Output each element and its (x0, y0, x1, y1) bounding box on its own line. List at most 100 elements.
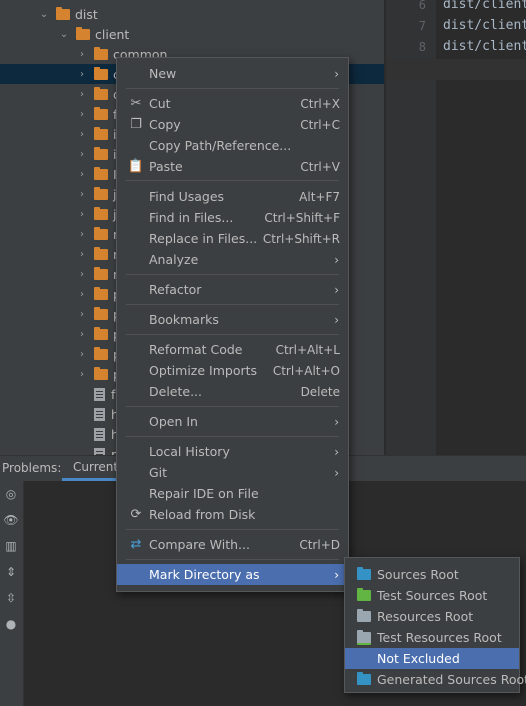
folder-icon (94, 326, 108, 340)
generated-sources-folder-icon (357, 672, 371, 685)
code-line[interactable]: dist/client (443, 39, 526, 54)
chevron-right-icon[interactable]: › (76, 89, 88, 100)
chevron-right-icon[interactable]: › (76, 189, 88, 200)
menu-item-local-history[interactable]: Local History › (117, 441, 348, 462)
chevron-right-icon[interactable]: › (76, 229, 88, 240)
chevron-right-icon: › (334, 252, 339, 267)
menu-item-copy-path[interactable]: Copy Path/Reference... (117, 135, 348, 156)
clipboard-icon: 📋 (127, 159, 145, 174)
folder-icon (94, 346, 108, 360)
folder-icon (94, 246, 108, 260)
chevron-right-icon[interactable]: › (76, 169, 88, 180)
submenu-item-not-excluded[interactable]: Not Excluded (345, 648, 519, 669)
caret-line-highlight (386, 59, 526, 80)
menu-item-find-in-files[interactable]: Find in Files... Ctrl+Shift+F (117, 207, 348, 228)
collapse-all-icon[interactable]: ⇳ (3, 590, 19, 606)
folder-icon (94, 166, 108, 180)
line-number: 8 (418, 40, 426, 54)
submenu-item-generated-sources-root[interactable]: Generated Sources Root (345, 669, 526, 690)
chevron-down-icon[interactable]: ⌄ (38, 9, 50, 20)
chevron-right-icon: › (334, 282, 339, 297)
chevron-right-icon[interactable]: › (76, 309, 88, 320)
menu-item-reformat-code[interactable]: Reformat Code Ctrl+Alt+L (117, 339, 348, 360)
menu-separator (126, 559, 339, 560)
file-icon (94, 387, 105, 401)
folder-icon (94, 106, 108, 120)
menu-item-analyze[interactable]: Analyze › (117, 249, 348, 270)
file-icon (94, 427, 105, 441)
line-number: 6 (418, 0, 426, 12)
menu-item-reload-from-disk[interactable]: ⟳ Reload from Disk (117, 504, 348, 525)
menu-item-git[interactable]: Git › (117, 462, 348, 483)
folder-icon (94, 186, 108, 200)
chevron-right-icon[interactable]: › (76, 349, 88, 360)
menu-item-replace-in-files[interactable]: Replace in Files... Ctrl+Shift+R (117, 228, 348, 249)
chevron-right-icon[interactable]: › (76, 369, 88, 380)
line-number: 7 (418, 19, 426, 33)
chevron-right-icon[interactable]: › (76, 109, 88, 120)
chevron-down-icon[interactable]: ⌄ (58, 29, 70, 40)
menu-item-refactor[interactable]: Refactor › (117, 279, 348, 300)
menu-separator (126, 436, 339, 437)
chevron-right-icon[interactable]: › (76, 209, 88, 220)
menu-separator (126, 406, 339, 407)
menu-item-delete[interactable]: Delete... Delete (117, 381, 348, 402)
chevron-right-icon: › (334, 312, 339, 327)
submenu-item-sources-root[interactable]: Sources Root (345, 564, 519, 585)
menu-separator (126, 334, 339, 335)
menu-item-compare-with[interactable]: ⇄ Compare With... Ctrl+D (117, 534, 348, 555)
chevron-right-icon[interactable]: › (76, 69, 88, 80)
chevron-right-icon: › (334, 465, 339, 480)
menu-item-open-in[interactable]: Open In › (117, 411, 348, 432)
folder-icon (94, 146, 108, 160)
code-line[interactable]: dist/client (443, 0, 526, 12)
menu-item-mark-directory-as[interactable]: Mark Directory as › (117, 564, 348, 585)
menu-item-cut[interactable]: ✂ Cut Ctrl+X (117, 93, 348, 114)
binary-file-icon (94, 407, 105, 421)
test-resources-folder-icon (357, 630, 371, 645)
menu-separator (126, 180, 339, 181)
menu-item-optimize-imports[interactable]: Optimize Imports Ctrl+Alt+O (117, 360, 348, 381)
menu-item-find-usages[interactable]: Find Usages Alt+F7 (117, 186, 348, 207)
menu-separator (126, 274, 339, 275)
mark-directory-submenu: Sources Root Test Sources Root Resources… (344, 557, 526, 693)
reload-icon: ⟳ (130, 507, 142, 522)
resources-folder-icon (357, 609, 371, 622)
file-icon (94, 447, 105, 455)
copy-icon: ❐ (130, 117, 142, 132)
menu-separator (126, 529, 339, 530)
chevron-right-icon[interactable]: › (76, 129, 88, 140)
test-sources-folder-icon (357, 588, 371, 601)
submenu-item-resources-root[interactable]: Resources Root (345, 606, 519, 627)
chevron-right-icon[interactable]: › (76, 249, 88, 260)
folder-icon (94, 46, 108, 60)
chevron-right-icon[interactable]: › (76, 269, 88, 280)
chevron-right-icon[interactable]: › (76, 149, 88, 160)
radar-icon[interactable]: ◎ (3, 486, 19, 502)
lightbulb-icon[interactable]: ● (3, 616, 19, 632)
tree-row[interactable]: ⌄ client (0, 24, 384, 44)
problems-title: Problems: (2, 461, 62, 475)
menu-item-copy[interactable]: ❐ Copy Ctrl+C (117, 114, 348, 135)
expand-all-icon[interactable]: ⇕ (3, 564, 19, 580)
code-line[interactable]: dist/client (443, 18, 526, 33)
menu-item-bookmarks[interactable]: Bookmarks › (117, 309, 348, 330)
chevron-right-icon[interactable]: › (76, 329, 88, 340)
context-menu: New › ✂ Cut Ctrl+X ❐ Copy Ctrl+C Copy Pa… (116, 57, 349, 592)
tree-row-label: dist (75, 6, 98, 22)
menu-item-repair-ide[interactable]: Repair IDE on File (117, 483, 348, 504)
preview-icon[interactable]: ▥ (3, 538, 19, 554)
folder-icon (94, 286, 108, 300)
chevron-right-icon[interactable]: › (76, 49, 88, 60)
submenu-item-test-resources-root[interactable]: Test Resources Root (345, 627, 519, 648)
menu-item-new[interactable]: New › (117, 63, 348, 84)
eye-icon[interactable]: 👁 (3, 512, 19, 528)
chevron-right-icon[interactable]: › (76, 289, 88, 300)
chevron-right-icon: › (334, 66, 339, 81)
chevron-right-icon: › (334, 444, 339, 459)
tree-row[interactable]: ⌄ dist (0, 4, 384, 24)
submenu-item-test-sources-root[interactable]: Test Sources Root (345, 585, 519, 606)
menu-item-paste[interactable]: 📋 Paste Ctrl+V (117, 156, 348, 177)
folder-icon (76, 26, 90, 40)
folder-icon (56, 6, 70, 20)
